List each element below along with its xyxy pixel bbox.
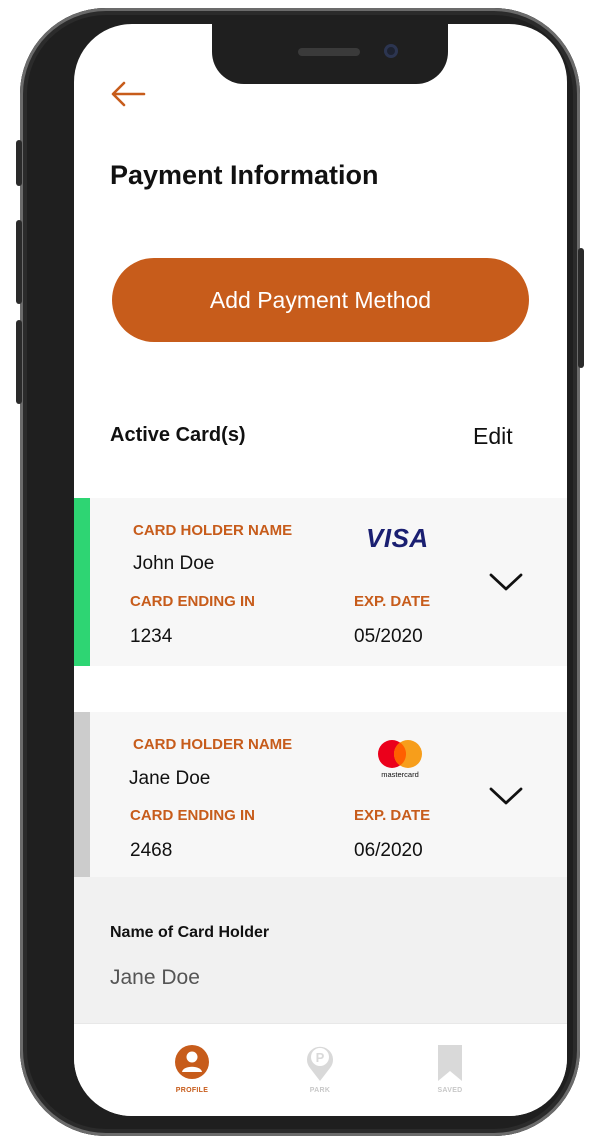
notch [212,24,448,84]
card-holder-label: CARD HOLDER NAME [133,736,293,753]
tab-label: PARK [309,1087,331,1094]
back-arrow-icon[interactable] [108,80,148,108]
power-button [578,248,584,368]
card-holder-field-label: Name of Card Holder [110,924,270,941]
bottom-tab-bar: PROFILE P PARK SAVED [74,1023,567,1116]
profile-icon [175,1045,209,1079]
mastercard-logo: mastercard [378,740,422,779]
speaker [298,48,360,56]
add-payment-method-button[interactable]: Add Payment Method [112,258,529,342]
exp-date-label: EXP. DATE [354,593,431,610]
card-status-bar [74,498,90,666]
tab-label: PROFILE [175,1087,209,1094]
card-status-bar [74,712,90,880]
card-holder-name: John Doe [133,553,215,574]
card-holder-input[interactable]: Jane Doe [110,966,200,990]
mastercard-wordmark: mastercard [381,770,419,779]
exp-date-label: EXP. DATE [354,807,431,824]
visa-logo: VISA [366,523,429,553]
mute-switch [16,140,22,186]
exp-date-value: 05/2020 [354,626,423,647]
card-ending-label: CARD ENDING IN [130,807,256,824]
front-camera [384,44,398,58]
card-holder-name: Jane Doe [129,768,211,789]
app-screen: Payment Information Add Payment Method A… [74,24,567,1116]
tab-label: SAVED [437,1087,463,1094]
page-title: Payment Information [110,160,379,190]
card-holder-form: Name of Card Holder Jane Doe [74,877,567,1023]
phone-frame: Payment Information Add Payment Method A… [16,8,584,1136]
tab-park[interactable]: P PARK [285,1044,355,1100]
card-ending-label: CARD ENDING IN [130,593,256,610]
tab-saved[interactable]: SAVED [415,1044,485,1100]
volume-down-button [16,320,22,404]
card-ending-value: 1234 [130,626,173,647]
card-ending-value: 2468 [130,840,173,861]
card-item-visa[interactable]: CARD HOLDER NAME John Doe CARD ENDING IN… [74,498,567,666]
volume-up-button [16,220,22,304]
park-icon: P [307,1046,333,1081]
active-cards-heading: Active Card(s) [110,424,246,446]
tab-profile[interactable]: PROFILE [157,1044,227,1100]
bookmark-icon [438,1045,462,1081]
chevron-down-icon[interactable] [488,570,524,594]
card-item-mastercard[interactable]: CARD HOLDER NAME Jane Doe CARD ENDING IN… [74,712,567,880]
exp-date-value: 06/2020 [354,840,423,861]
edit-button[interactable]: Edit [473,423,513,450]
card-holder-label: CARD HOLDER NAME [133,522,293,539]
svg-text:P: P [316,1050,325,1065]
chevron-down-icon[interactable] [488,784,524,808]
